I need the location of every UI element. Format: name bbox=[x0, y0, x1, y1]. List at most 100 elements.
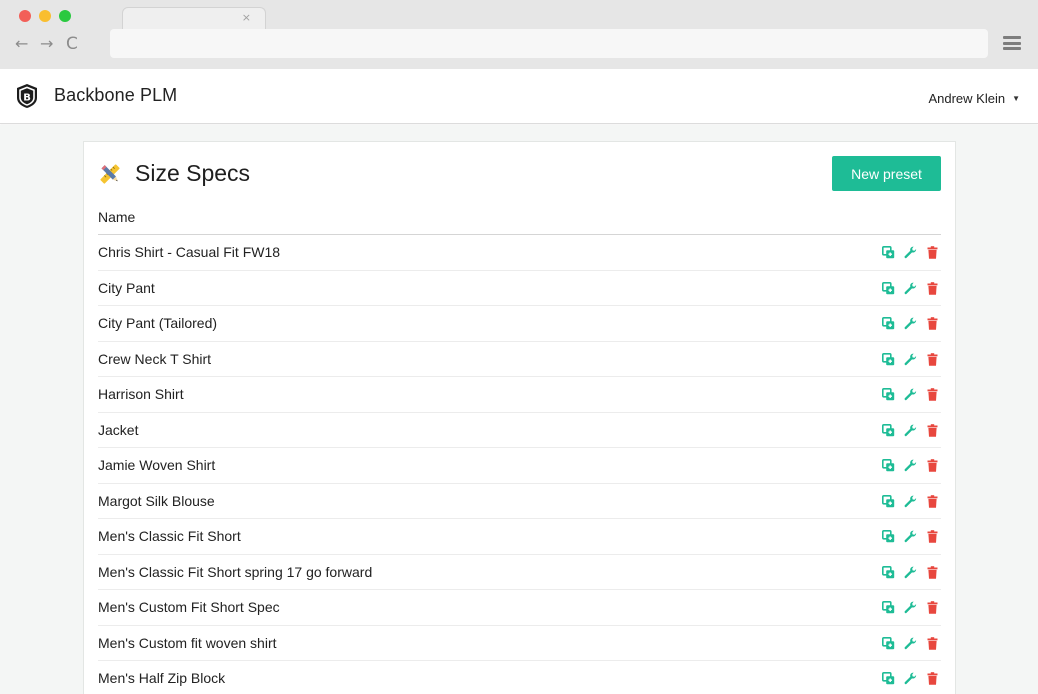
trash-icon[interactable] bbox=[926, 494, 939, 508]
table-row[interactable]: Jacket bbox=[98, 413, 941, 448]
trash-icon[interactable] bbox=[926, 281, 939, 295]
row-name[interactable]: Margot Silk Blouse bbox=[98, 493, 215, 509]
user-menu[interactable]: Andrew Klein ▼ bbox=[928, 91, 1020, 106]
close-window-button[interactable] bbox=[19, 10, 31, 22]
row-actions bbox=[873, 601, 939, 614]
duplicate-icon[interactable] bbox=[882, 423, 895, 437]
duplicate-icon[interactable] bbox=[882, 459, 895, 472]
duplicate-icon[interactable] bbox=[882, 530, 895, 543]
reload-icon[interactable]: C bbox=[66, 35, 78, 53]
row-actions bbox=[873, 388, 939, 401]
brand-name[interactable]: Backbone PLM bbox=[54, 85, 177, 106]
caret-down-icon: ▼ bbox=[1012, 94, 1020, 103]
wrench-icon[interactable] bbox=[904, 424, 917, 437]
row-name[interactable]: Men's Classic Fit Short bbox=[98, 528, 241, 544]
row-name[interactable]: Crew Neck T Shirt bbox=[98, 351, 211, 367]
table-row[interactable]: City Pant (Tailored) bbox=[98, 306, 941, 342]
logo-letter: B bbox=[23, 92, 31, 103]
row-name[interactable]: Men's Half Zip Block bbox=[98, 670, 225, 686]
row-actions bbox=[873, 352, 939, 366]
app-header: B Backbone PLM Andrew Klein ▼ bbox=[0, 69, 1038, 124]
table-row[interactable]: Jamie Woven Shirt bbox=[98, 448, 941, 484]
address-bar[interactable] bbox=[110, 29, 988, 58]
page-title: Size Specs bbox=[98, 160, 250, 187]
pencil-ruler-icon bbox=[100, 163, 120, 184]
minimize-window-button[interactable] bbox=[39, 10, 51, 22]
duplicate-icon[interactable] bbox=[882, 352, 895, 366]
row-actions bbox=[873, 530, 939, 543]
trash-icon[interactable] bbox=[926, 530, 939, 543]
row-name[interactable]: City Pant (Tailored) bbox=[98, 315, 217, 331]
duplicate-icon[interactable] bbox=[882, 601, 895, 614]
name-column-header[interactable]: Name bbox=[98, 209, 135, 225]
row-name[interactable]: Men's Classic Fit Short spring 17 go for… bbox=[98, 564, 372, 580]
row-name[interactable]: Jamie Woven Shirt bbox=[98, 457, 215, 473]
duplicate-icon[interactable] bbox=[882, 494, 895, 508]
page-title-text: Size Specs bbox=[135, 160, 251, 186]
row-name[interactable]: Men's Custom fit woven shirt bbox=[98, 635, 277, 651]
wrench-icon[interactable] bbox=[904, 317, 917, 330]
tab-close-icon[interactable]: × bbox=[242, 11, 251, 24]
duplicate-icon[interactable] bbox=[882, 636, 895, 650]
maximize-window-button[interactable] bbox=[59, 10, 71, 22]
row-actions bbox=[873, 281, 939, 295]
browser-tab[interactable]: × bbox=[122, 7, 266, 29]
user-name: Andrew Klein bbox=[928, 91, 1006, 106]
wrench-icon[interactable] bbox=[904, 495, 917, 508]
row-name[interactable]: Jacket bbox=[98, 422, 138, 438]
table-row[interactable]: Men's Classic Fit Short spring 17 go for… bbox=[98, 555, 941, 590]
new-preset-button[interactable]: New preset bbox=[832, 156, 941, 191]
trash-icon[interactable] bbox=[926, 352, 939, 366]
trash-icon[interactable] bbox=[926, 246, 939, 259]
table-row[interactable]: Crew Neck T Shirt bbox=[98, 342, 941, 377]
browser-chrome: × ← → C bbox=[0, 0, 1038, 69]
duplicate-icon[interactable] bbox=[882, 317, 895, 330]
row-actions bbox=[873, 459, 939, 472]
table-row[interactable]: Margot Silk Blouse bbox=[98, 484, 941, 519]
wrench-icon[interactable] bbox=[904, 601, 917, 614]
wrench-icon[interactable] bbox=[904, 530, 917, 543]
forward-arrow-icon[interactable]: → bbox=[40, 35, 53, 53]
table-row[interactable]: Men's Half Zip Block bbox=[98, 661, 941, 694]
trash-icon[interactable] bbox=[926, 636, 939, 650]
wrench-icon[interactable] bbox=[904, 637, 917, 650]
table-row[interactable]: Harrison Shirt bbox=[98, 377, 941, 413]
row-name[interactable]: City Pant bbox=[98, 280, 155, 296]
row-actions bbox=[873, 672, 939, 685]
wrench-icon[interactable] bbox=[904, 246, 917, 259]
wrench-icon[interactable] bbox=[904, 459, 917, 472]
duplicate-icon[interactable] bbox=[882, 246, 895, 259]
duplicate-icon[interactable] bbox=[882, 281, 895, 295]
duplicate-icon[interactable] bbox=[882, 565, 895, 579]
wrench-icon[interactable] bbox=[904, 388, 917, 401]
row-actions bbox=[873, 246, 939, 259]
table-row[interactable]: Men's Custom fit woven shirt bbox=[98, 626, 941, 661]
duplicate-icon[interactable] bbox=[882, 672, 895, 685]
table-row[interactable]: Chris Shirt - Casual Fit FW18 bbox=[98, 235, 941, 271]
wrench-icon[interactable] bbox=[904, 672, 917, 685]
browser-menu-icon[interactable] bbox=[1003, 36, 1021, 50]
row-name[interactable]: Men's Custom Fit Short Spec bbox=[98, 599, 280, 615]
trash-icon[interactable] bbox=[926, 672, 939, 685]
trash-icon[interactable] bbox=[926, 388, 939, 401]
row-actions bbox=[873, 317, 939, 330]
wrench-icon[interactable] bbox=[904, 353, 917, 366]
wrench-icon[interactable] bbox=[904, 566, 917, 579]
backbone-logo-icon[interactable]: B bbox=[15, 83, 39, 109]
trash-icon[interactable] bbox=[926, 565, 939, 579]
row-name[interactable]: Chris Shirt - Casual Fit FW18 bbox=[98, 244, 280, 260]
trash-icon[interactable] bbox=[926, 423, 939, 437]
trash-icon[interactable] bbox=[926, 317, 939, 330]
table-row[interactable]: City Pant bbox=[98, 271, 941, 306]
wrench-icon[interactable] bbox=[904, 282, 917, 295]
back-arrow-icon[interactable]: ← bbox=[15, 35, 28, 53]
page-body: Size Specs New preset Name Chris Shirt -… bbox=[0, 125, 1038, 694]
row-name[interactable]: Harrison Shirt bbox=[98, 386, 184, 402]
table-row[interactable]: Men's Classic Fit Short bbox=[98, 519, 941, 555]
trash-icon[interactable] bbox=[926, 459, 939, 472]
duplicate-icon[interactable] bbox=[882, 388, 895, 401]
table-row[interactable]: Men's Custom Fit Short Spec bbox=[98, 590, 941, 626]
row-actions bbox=[873, 423, 939, 437]
trash-icon[interactable] bbox=[926, 601, 939, 614]
row-actions bbox=[873, 565, 939, 579]
